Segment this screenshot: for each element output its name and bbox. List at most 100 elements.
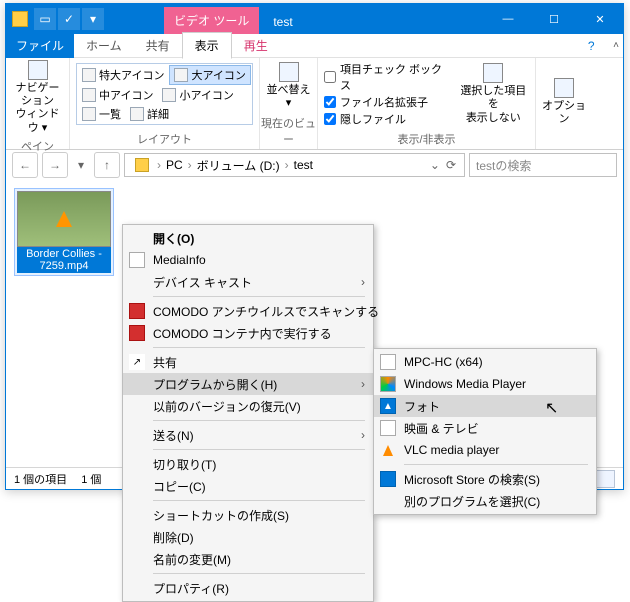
sm-mpc[interactable]: MPC-HC (x64) — [374, 351, 596, 373]
group-curview-label: 現在のビュー — [260, 114, 317, 149]
tab-home[interactable]: ホーム — [74, 33, 134, 58]
group-layout: 特大アイコン 大アイコン 中アイコン 小アイコン 一覧 詳細 レイアウト — [70, 58, 260, 149]
maximize-button[interactable]: ☐ — [531, 4, 577, 34]
layout-medium[interactable]: 中アイコン — [78, 86, 157, 104]
sm-store[interactable]: Microsoft Store の検索(S) — [374, 468, 596, 490]
chk1-input[interactable] — [324, 71, 336, 83]
sm-movies-tv[interactable]: 映画 & テレビ — [374, 417, 596, 439]
history-dropdown[interactable]: ▾ — [72, 152, 90, 178]
tab-view[interactable]: 表示 — [182, 32, 232, 59]
forward-button[interactable]: → — [42, 152, 68, 178]
crumb-pc[interactable]: PC — [163, 158, 186, 172]
context-menu: 開く(O) MediaInfo デバイス キャスト› COMODO アンチウイル… — [122, 224, 374, 602]
crumb-sep[interactable]: › — [188, 158, 192, 172]
nav-pane-label: ナビゲーション ウィンドウ ▾ — [12, 82, 63, 135]
mi-copy[interactable]: コピー(C) — [123, 475, 373, 497]
checkbox-stack: 項目チェック ボックス ファイル名拡張子 隠しファイル — [324, 61, 452, 127]
nav-pane-icon — [28, 60, 48, 80]
address-bar[interactable]: › PC › ボリューム (D:) › test ⌄ ⟳ — [124, 153, 465, 177]
mi-properties[interactable]: プロパティ(R) — [123, 577, 373, 599]
comodo-icon — [129, 325, 145, 341]
chevron-right-icon: › — [361, 377, 365, 391]
minimize-button[interactable]: — — [485, 4, 531, 34]
addr-dropdown-icon[interactable]: ⌄ — [430, 158, 440, 172]
menu-separator — [153, 500, 365, 501]
search-placeholder: testの検索 — [476, 157, 531, 174]
back-button[interactable]: ← — [12, 152, 38, 178]
menu-separator — [153, 573, 365, 574]
search-box[interactable]: testの検索 — [469, 153, 617, 177]
tab-share[interactable]: 共有 — [134, 33, 182, 58]
chk3-input[interactable] — [324, 113, 336, 125]
layout-large[interactable]: 大アイコン — [169, 65, 250, 85]
layout-gallery[interactable]: 特大アイコン 大アイコン 中アイコン 小アイコン 一覧 詳細 — [76, 63, 253, 125]
mi-send-to[interactable]: 送る(N)› — [123, 424, 373, 446]
vlc-icon — [380, 442, 396, 458]
addr-refresh-icon[interactable]: ⟳ — [442, 158, 460, 172]
mi-open-with[interactable]: プログラムから開く(H)› — [123, 373, 373, 395]
menu-separator — [153, 449, 365, 450]
mi-share[interactable]: ↗共有 — [123, 351, 373, 373]
chk-extensions[interactable]: ファイル名拡張子 — [324, 94, 452, 110]
crumb-sep[interactable]: › — [157, 158, 161, 172]
menu-separator — [153, 296, 365, 297]
vlc-cone-icon — [56, 211, 72, 227]
menu-separator — [153, 347, 365, 348]
collapse-ribbon-icon[interactable]: ˄ — [609, 40, 623, 51]
mi-previous-versions[interactable]: 以前のバージョンの復元(V) — [123, 395, 373, 417]
sm-choose[interactable]: 別のプログラムを選択(C) — [374, 490, 596, 512]
file-item[interactable]: Border Collies - 7259.mp4 — [14, 188, 114, 276]
addr-folder-icon — [135, 158, 149, 172]
open-with-submenu: MPC-HC (x64) Windows Media Player ▲フォト 映… — [373, 348, 597, 515]
store-icon — [380, 471, 396, 487]
chk-item-checkboxes[interactable]: 項目チェック ボックス — [324, 61, 452, 93]
crumb-folder[interactable]: test — [291, 158, 316, 172]
mi-cast[interactable]: デバイス キャスト› — [123, 271, 373, 293]
titlebar: ▭ ✓ ▾ ビデオ ツール test — ☐ ✕ — [6, 4, 623, 34]
tab-file[interactable]: ファイル — [6, 33, 74, 58]
sort-button[interactable]: 並べ替え ▾ — [266, 62, 311, 110]
qat-newfolder-icon[interactable]: ✓ — [58, 8, 80, 30]
options-button[interactable]: オプション — [542, 78, 586, 126]
layout-extra-large[interactable]: 特大アイコン — [78, 65, 168, 85]
layout-list[interactable]: 一覧 — [78, 105, 125, 123]
qat-dropdown-icon[interactable]: ▾ — [82, 8, 104, 30]
address-bar-row: ← → ▾ ↑ › PC › ボリューム (D:) › test ⌄ ⟳ tes… — [6, 150, 623, 180]
hide-icon — [483, 63, 503, 83]
comodo-icon — [129, 303, 145, 319]
layout-xl-icon — [82, 68, 96, 82]
group-showhide-label: 表示/非表示 — [318, 130, 535, 149]
mi-comodo-scan[interactable]: COMODO アンチウイルスでスキャンする — [123, 300, 373, 322]
sm-vlc[interactable]: VLC media player — [374, 439, 596, 461]
chk2-input[interactable] — [324, 96, 336, 108]
crumb-sep[interactable]: › — [285, 158, 289, 172]
mi-delete[interactable]: 削除(D) — [123, 526, 373, 548]
qat-properties-icon[interactable]: ▭ — [34, 8, 56, 30]
status-count: 1 個の項目 — [14, 471, 67, 487]
mi-open[interactable]: 開く(O) — [123, 227, 373, 249]
up-button[interactable]: ↑ — [94, 152, 120, 178]
hide-selected-button[interactable]: 選択した項目を 表示しない — [458, 63, 529, 125]
crumb-volume[interactable]: ボリューム (D:) — [194, 157, 283, 174]
layout-details[interactable]: 詳細 — [126, 105, 173, 123]
nav-pane-button[interactable]: ナビゲーション ウィンドウ ▾ — [12, 60, 63, 135]
folder-icon — [12, 11, 28, 27]
tab-play[interactable]: 再生 — [232, 33, 280, 58]
window-title: test — [259, 10, 302, 34]
chk-hidden[interactable]: 隠しファイル — [324, 111, 452, 127]
mi-cut[interactable]: 切り取り(T) — [123, 453, 373, 475]
contextual-tab-video-tools[interactable]: ビデオ ツール — [164, 7, 259, 34]
sm-photos[interactable]: ▲フォト — [374, 395, 596, 417]
mi-shortcut[interactable]: ショートカットの作成(S) — [123, 504, 373, 526]
close-button[interactable]: ✕ — [577, 4, 623, 34]
file-name: Border Collies - 7259.mp4 — [17, 247, 111, 273]
wmp-icon — [380, 376, 396, 392]
mediainfo-icon — [129, 252, 145, 268]
menu-separator — [153, 420, 365, 421]
layout-small[interactable]: 小アイコン — [158, 86, 237, 104]
mi-mediainfo[interactable]: MediaInfo — [123, 249, 373, 271]
help-button[interactable]: ? — [577, 35, 605, 57]
sm-wmp[interactable]: Windows Media Player — [374, 373, 596, 395]
mi-comodo-container[interactable]: COMODO コンテナ内で実行する — [123, 322, 373, 344]
mi-rename[interactable]: 名前の変更(M) — [123, 548, 373, 570]
